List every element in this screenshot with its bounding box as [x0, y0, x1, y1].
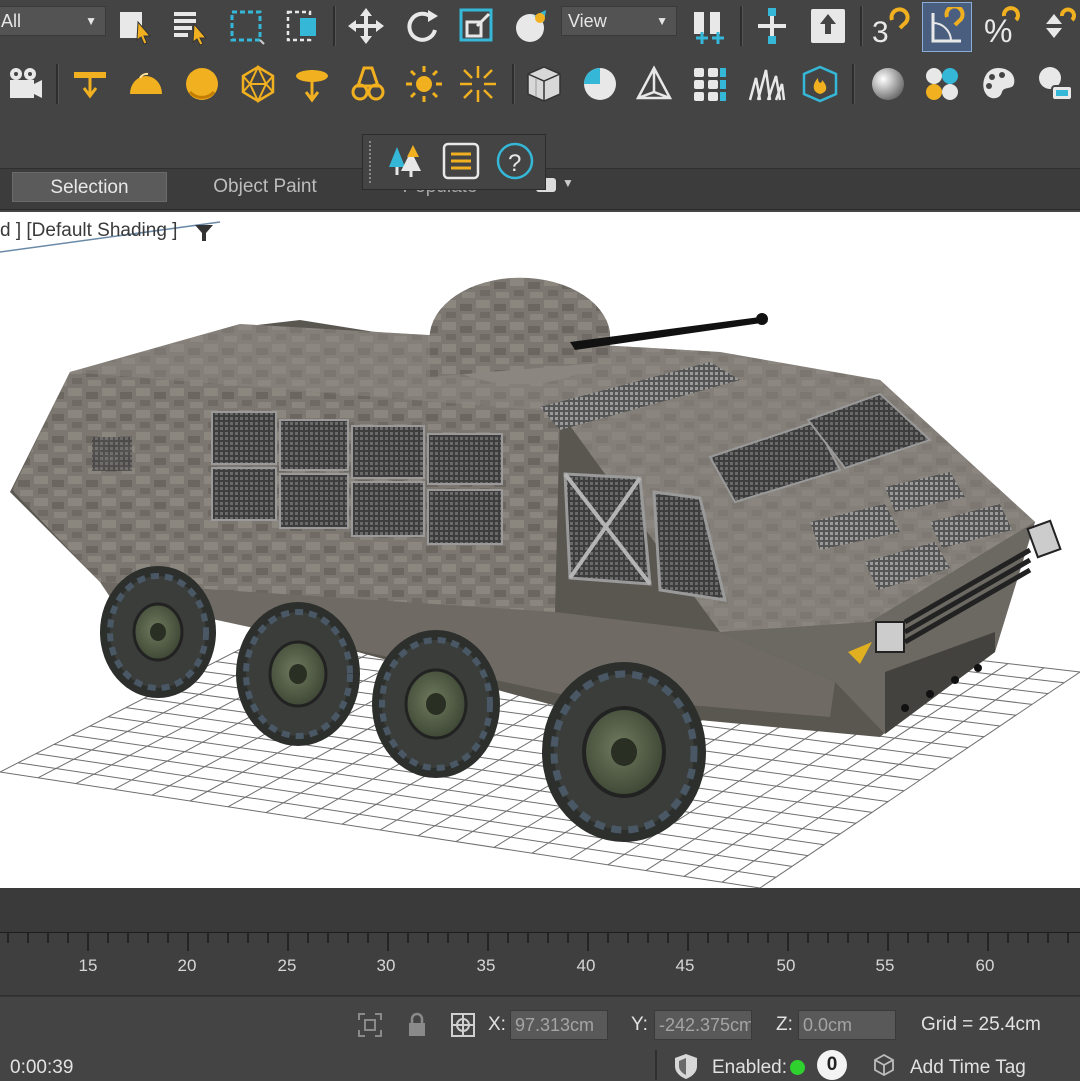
- box-icon[interactable]: [522, 62, 566, 106]
- target-spot-light-icon[interactable]: [68, 62, 112, 106]
- dome-light-icon[interactable]: [124, 62, 168, 106]
- status-divider: [655, 1050, 657, 1080]
- free-spot-icon[interactable]: [290, 62, 334, 106]
- isolate-selection-icon[interactable]: [356, 1011, 384, 1039]
- tick-label: 45: [675, 956, 695, 975]
- create-toolbar: [0, 56, 1080, 112]
- y-label: Y:: [631, 1014, 648, 1035]
- tick-label: 55: [875, 956, 895, 975]
- select-and-rotate-icon[interactable]: [400, 4, 444, 48]
- selection-filter-value: All: [1, 11, 22, 31]
- tick-label: 40: [576, 956, 596, 975]
- panel-grip[interactable]: [369, 141, 374, 183]
- viewport-label[interactable]: d ] [Default Shading ]: [0, 220, 177, 242]
- perspective-viewport[interactable]: d ] [Default Shading ]: [0, 212, 1080, 888]
- color-palette-icon[interactable]: [976, 62, 1020, 106]
- list-icon[interactable]: [439, 139, 483, 183]
- keyboard-shortcut-icon[interactable]: [806, 4, 850, 48]
- select-manipulate-icon[interactable]: [510, 4, 554, 48]
- absolute-mode-icon[interactable]: [449, 1011, 477, 1039]
- angle-snap-icon[interactable]: [922, 2, 972, 52]
- select-and-scale-icon[interactable]: [455, 4, 499, 48]
- scene-render: [0, 221, 1080, 888]
- material-editor-icon[interactable]: [920, 62, 964, 106]
- window-crossing-icon[interactable]: [280, 4, 324, 48]
- tick-label: 30: [376, 956, 396, 975]
- toolbar-divider: [852, 64, 855, 104]
- select-and-link-icon[interactable]: [750, 4, 794, 48]
- chevron-down-icon[interactable]: ▼: [562, 176, 574, 190]
- render-setup-icon[interactable]: [1032, 62, 1076, 106]
- add-time-tag-button[interactable]: Add Time Tag: [910, 1057, 1026, 1079]
- snaps-toggle-icon[interactable]: 3: [868, 4, 912, 48]
- toolbar-divider: [740, 6, 743, 46]
- sphere-light-icon[interactable]: [180, 62, 224, 106]
- y-coordinate-field[interactable]: -242.375cm: [654, 1010, 752, 1040]
- tick-label: 20: [177, 956, 197, 975]
- skylight-icon[interactable]: [456, 62, 500, 106]
- tab-selection[interactable]: Selection: [12, 172, 167, 202]
- chevron-down-icon: ▼: [85, 14, 97, 28]
- select-object-icon[interactable]: [114, 4, 158, 48]
- main-toolbar: All ▼ View ▼ 3 %: [0, 0, 1080, 52]
- x-coordinate-field[interactable]: 97.313cm: [510, 1010, 608, 1040]
- chevron-down-icon: ▼: [656, 14, 668, 28]
- camera-icon[interactable]: [2, 62, 46, 106]
- sphere-object-icon[interactable]: [578, 62, 622, 106]
- material-sphere-icon[interactable]: [866, 62, 910, 106]
- sun-icon[interactable]: [402, 62, 446, 106]
- populate-panel: ?: [362, 134, 546, 190]
- z-label: Z:: [776, 1014, 793, 1035]
- track-bar[interactable]: [0, 932, 1080, 995]
- grid-size-readout: Grid = 25.4cm: [921, 1014, 1041, 1035]
- pyramid-icon[interactable]: [632, 62, 676, 106]
- use-pivot-icon[interactable]: [686, 4, 730, 48]
- percent-snap-icon[interactable]: %: [980, 4, 1024, 48]
- shield-icon[interactable]: [672, 1052, 700, 1080]
- tick-label: 35: [476, 956, 496, 975]
- svg-text:%: %: [984, 13, 1012, 46]
- z-coordinate-field[interactable]: 0.0cm: [798, 1010, 896, 1040]
- reference-coordinate-dropdown[interactable]: View ▼: [561, 6, 677, 36]
- time-tag-icon: [874, 1053, 894, 1077]
- toolbar-divider: [512, 64, 515, 104]
- toolbar-divider: [333, 6, 336, 46]
- counter-badge[interactable]: 0: [817, 1050, 847, 1080]
- select-and-move-icon[interactable]: [344, 4, 388, 48]
- fire-effect-icon[interactable]: [798, 62, 842, 106]
- tick-label: 15: [78, 956, 98, 975]
- tab-object-paint[interactable]: Object Paint: [190, 172, 340, 202]
- filter-icon[interactable]: [193, 222, 215, 244]
- lock-icon[interactable]: [403, 1011, 431, 1039]
- omni-light-icon[interactable]: [346, 62, 390, 106]
- rectangular-selection-icon[interactable]: [224, 4, 268, 48]
- geosphere-icon[interactable]: [236, 62, 280, 106]
- toolbar-divider: [860, 6, 863, 46]
- frame-ticks: [7, 933, 1069, 951]
- foliage-icon[interactable]: [744, 62, 788, 106]
- time-slider[interactable]: [0, 888, 1080, 932]
- time-readout: 0:00:39: [10, 1057, 74, 1078]
- reference-coordinate-value: View: [568, 11, 607, 31]
- help-icon[interactable]: ?: [493, 139, 537, 183]
- tick-label: 50: [776, 956, 796, 975]
- svg-text:?: ?: [508, 150, 521, 177]
- array-icon[interactable]: [688, 62, 732, 106]
- toolbar-divider: [56, 64, 59, 104]
- select-by-name-icon[interactable]: [168, 4, 212, 48]
- x-label: X:: [488, 1014, 506, 1035]
- svg-text:3: 3: [872, 16, 889, 46]
- selection-filter-dropdown[interactable]: All ▼: [0, 6, 106, 36]
- enabled-status-dot[interactable]: [790, 1060, 805, 1075]
- tick-label: 25: [277, 956, 297, 975]
- spinner-snap-icon[interactable]: [1034, 4, 1078, 48]
- enabled-label: Enabled:: [712, 1057, 788, 1078]
- tick-label: 60: [975, 956, 995, 975]
- trees-icon[interactable]: [383, 139, 427, 183]
